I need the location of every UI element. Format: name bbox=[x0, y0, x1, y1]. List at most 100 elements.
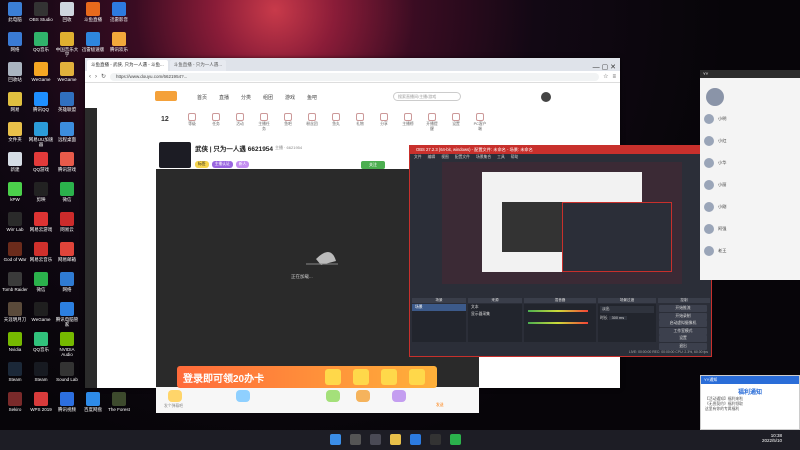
desktop-icon[interactable]: Wirr Lab bbox=[2, 212, 28, 232]
desktop-icon[interactable]: 斗鱼直播 bbox=[80, 2, 106, 22]
desktop-icon[interactable]: 腾讯欢乐 bbox=[106, 32, 132, 52]
gift-icon[interactable] bbox=[392, 390, 406, 402]
obs-control-button[interactable]: 工作室模式 bbox=[659, 327, 707, 335]
desktop-icon[interactable]: 剪映 bbox=[28, 182, 54, 202]
transition-select[interactable]: 淡出 bbox=[600, 306, 654, 313]
wechat-icon[interactable] bbox=[450, 434, 461, 445]
source-item[interactable]: 文本 bbox=[468, 304, 522, 311]
category-item[interactable]: 开播提醒 bbox=[425, 113, 439, 132]
obs-menu-item[interactable]: 工具 bbox=[497, 154, 505, 160]
send-button[interactable]: 发送 bbox=[436, 403, 444, 408]
desktop-icon[interactable]: NVIDIA Audio bbox=[54, 332, 80, 357]
desktop-icon[interactable]: 迅雷影音 bbox=[106, 2, 132, 22]
desktop-icon[interactable]: OBS Studio bbox=[28, 2, 54, 22]
gift-icon[interactable] bbox=[168, 390, 182, 402]
desktop-icon[interactable]: WeGame bbox=[28, 62, 54, 82]
obs-control-button[interactable]: 开始推流 bbox=[659, 305, 707, 312]
task-view-icon[interactable] bbox=[370, 434, 381, 445]
desktop-icon[interactable]: 百度网盘 bbox=[80, 392, 106, 412]
obs-menu-item[interactable]: 文件 bbox=[414, 154, 422, 160]
site-nav-item[interactable]: 直播 bbox=[219, 94, 229, 101]
notification-popup[interactable]: YY通知 福利通知 【活动通知】福利来啦 《无畏契约》福利领取 这里有你的专属福… bbox=[700, 375, 800, 430]
obs-menu-item[interactable]: 场景集合 bbox=[476, 154, 491, 160]
desktop-icon[interactable]: 腾讯视频 bbox=[54, 392, 80, 412]
search-icon[interactable] bbox=[350, 434, 361, 445]
obs-icon[interactable] bbox=[430, 434, 441, 445]
streamer-avatar[interactable] bbox=[159, 142, 191, 168]
desktop-icon[interactable]: 网络 bbox=[2, 32, 28, 52]
desktop-icon[interactable]: God of War bbox=[2, 242, 28, 262]
category-item[interactable]: 礼物 bbox=[353, 113, 367, 127]
source-item[interactable]: 显示器采集 bbox=[468, 311, 522, 318]
desktop-icon[interactable]: 网易云游戏 bbox=[28, 212, 54, 232]
desktop-icon[interactable]: 微信 bbox=[28, 272, 54, 292]
desktop-icon[interactable]: 网易UU加速器 bbox=[28, 122, 54, 147]
desktop-icon[interactable]: 新建 bbox=[2, 152, 28, 172]
site-nav-item[interactable]: 组团 bbox=[263, 94, 273, 101]
category-item[interactable]: 设置 bbox=[449, 113, 463, 127]
obs-control-button[interactable]: 设置 bbox=[659, 335, 707, 342]
desktop-icon[interactable]: QQ游戏 bbox=[28, 152, 54, 172]
gift-icon[interactable] bbox=[326, 390, 340, 402]
desktop-icon[interactable]: 回收 bbox=[54, 2, 80, 22]
obs-menu-item[interactable]: 视图 bbox=[441, 154, 449, 160]
follow-button[interactable]: 关注 bbox=[361, 161, 385, 169]
obs-preview[interactable] bbox=[442, 162, 682, 284]
desktop-icon[interactable]: Steam bbox=[2, 362, 28, 382]
obs-control-button[interactable]: 开始录制 bbox=[659, 312, 707, 320]
desktop-icon[interactable]: 网络 bbox=[54, 272, 80, 292]
desktop-icon[interactable]: 腾讯QQ bbox=[28, 92, 54, 112]
star-icon[interactable]: ☆ bbox=[603, 73, 608, 80]
category-item[interactable]: 活动 bbox=[233, 113, 247, 127]
desktop-icon[interactable]: 迅雷极速版 bbox=[80, 32, 106, 52]
desktop-icon[interactable]: 远程桌面 bbox=[54, 122, 80, 142]
forward-icon[interactable]: › bbox=[95, 74, 97, 80]
scene-item[interactable]: 场景 bbox=[412, 304, 466, 311]
desktop-icon[interactable]: QQ音乐 bbox=[28, 332, 54, 352]
room-tag[interactable]: 标签 bbox=[195, 161, 209, 168]
obs-menu-item[interactable]: 帮助 bbox=[511, 154, 519, 160]
gift-icon[interactable] bbox=[236, 390, 250, 402]
category-item[interactable]: 分享 bbox=[377, 113, 391, 127]
danmaku-input[interactable]: 发个弹幕吧 bbox=[164, 404, 183, 409]
category-item[interactable]: 粉丝团 bbox=[305, 113, 319, 127]
desktop-icon[interactable]: 文件夹 bbox=[2, 122, 28, 142]
avatar[interactable] bbox=[541, 92, 551, 102]
browser-tab[interactable]: 斗鱼直播 - 武侠, 只为一人遇 - 斗鱼... bbox=[87, 60, 168, 71]
desktop-icon[interactable]: Sekiro bbox=[2, 392, 28, 412]
back-icon[interactable]: ‹ bbox=[89, 74, 91, 80]
obs-control-button[interactable]: 启动虚拟摄像机 bbox=[659, 320, 707, 327]
obs-menu-item[interactable]: 配置文件 bbox=[455, 154, 470, 160]
desktop-icon[interactable]: Sound Lab bbox=[54, 362, 80, 382]
browser-tab[interactable]: 斗鱼直播 - 只为一人遇... bbox=[169, 60, 226, 71]
category-item[interactable]: 任务 bbox=[209, 113, 223, 127]
file-explorer-icon[interactable] bbox=[390, 434, 401, 445]
site-nav-item[interactable]: 分类 bbox=[241, 94, 251, 101]
desktop-icon[interactable]: The Forest bbox=[106, 392, 132, 412]
avatar[interactable] bbox=[706, 88, 724, 106]
desktop-icon[interactable]: 腾讯游戏 bbox=[54, 152, 80, 172]
desktop-icon[interactable]: 网易邮箱 bbox=[54, 242, 80, 262]
desktop-icon[interactable]: 腾讯电脑管家 bbox=[54, 302, 80, 327]
desktop-icon[interactable]: 此电脑 bbox=[2, 2, 28, 22]
refresh-icon[interactable]: ↻ bbox=[101, 73, 106, 80]
browser-icon[interactable] bbox=[410, 434, 421, 445]
promo-banner[interactable]: 登录即可领20办卡 bbox=[177, 366, 437, 388]
site-nav-item[interactable]: 游戏 bbox=[285, 94, 295, 101]
desktop-icon[interactable]: 网易云 bbox=[54, 212, 80, 232]
menu-icon[interactable]: ≡ bbox=[612, 74, 616, 80]
site-logo[interactable] bbox=[155, 91, 177, 101]
desktop-icon[interactable]: Steam bbox=[28, 362, 54, 382]
duration-input[interactable]: 300 ms bbox=[608, 316, 628, 320]
desktop-icon[interactable]: WeGame bbox=[28, 302, 54, 322]
category-item[interactable]: 鱼吧 bbox=[281, 113, 295, 127]
site-search-input[interactable]: 搜索直播间/主播/游戏 bbox=[393, 92, 461, 101]
desktop-icon[interactable]: 回收站 bbox=[2, 62, 28, 82]
address-input[interactable]: https://www.douyu.com/6621954?... bbox=[110, 72, 600, 81]
obs-control-button[interactable]: 退出 bbox=[659, 342, 707, 350]
category-item[interactable]: 鱼丸 bbox=[329, 113, 343, 127]
category-item[interactable]: PC客户端 bbox=[473, 113, 487, 132]
desktop-icon[interactable]: Nvidia bbox=[2, 332, 28, 352]
category-item[interactable]: 主播任务 bbox=[257, 113, 271, 132]
desktop-icon[interactable]: 天涯明月刀 bbox=[2, 302, 28, 322]
